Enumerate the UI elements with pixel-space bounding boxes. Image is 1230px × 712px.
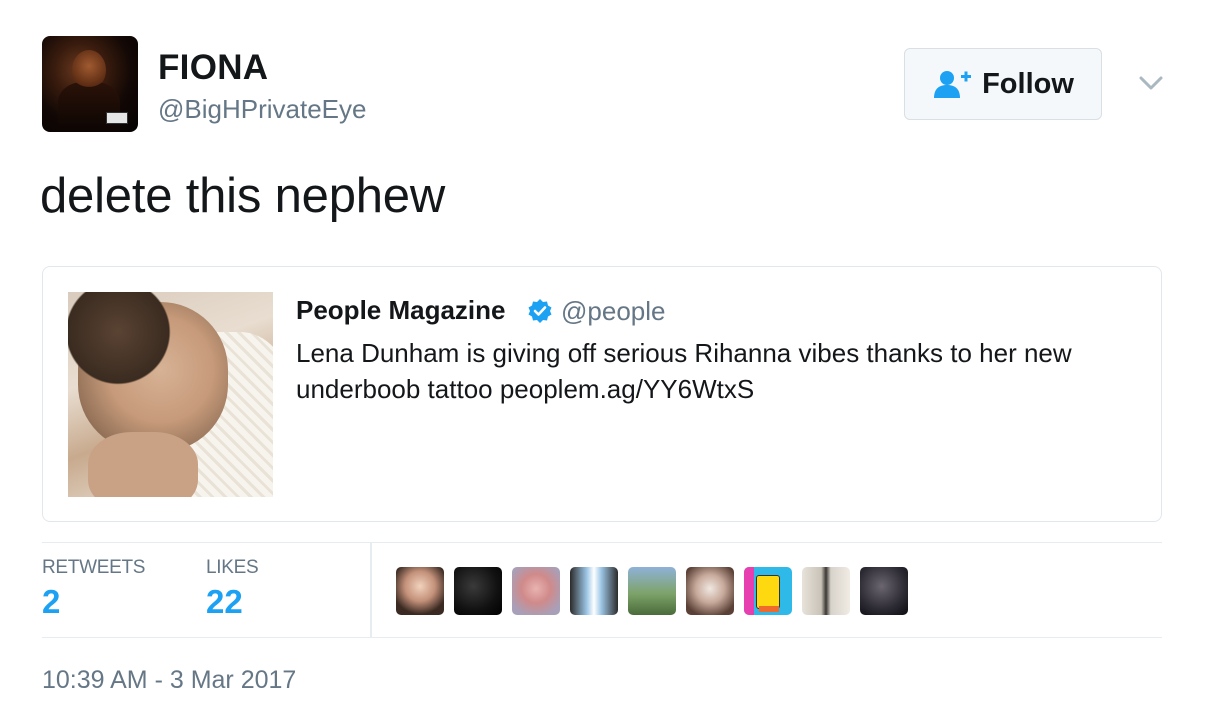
verified-badge-icon <box>528 299 552 323</box>
tweet-header: FIONA @BigHPrivateEye Follow <box>42 36 1172 136</box>
retweets-count: 2 <box>42 583 61 620</box>
liker-avatar[interactable] <box>454 567 502 615</box>
tweet-stats: RETWEETS 2 LIKES 22 <box>42 542 1162 638</box>
liker-avatar[interactable] <box>802 567 850 615</box>
stats-divider <box>370 543 372 637</box>
add-user-icon <box>934 71 972 98</box>
retweets-stat[interactable]: RETWEETS 2 <box>42 557 145 621</box>
quoted-tweet-image[interactable] <box>68 292 273 497</box>
retweets-label: RETWEETS <box>42 557 146 578</box>
follow-button[interactable]: Follow <box>904 48 1102 120</box>
quoted-tweet-text: Lena Dunham is giving off serious Rihann… <box>296 338 1072 404</box>
liker-avatar[interactable] <box>396 567 444 615</box>
chevron-down-icon[interactable] <box>1136 68 1166 98</box>
tweet-timestamp[interactable]: 10:39 AM - 3 Mar 2017 <box>42 666 296 695</box>
liker-avatar[interactable] <box>512 567 560 615</box>
liker-avatar[interactable] <box>628 567 676 615</box>
liker-avatar-stripe <box>744 567 754 615</box>
liker-avatar-cartoon <box>756 575 780 612</box>
follow-button-label: Follow <box>982 67 1074 100</box>
likes-label: LIKES <box>206 557 259 578</box>
author-name[interactable]: FIONA <box>158 48 268 88</box>
author-handle[interactable]: @BigHPrivateEye <box>158 94 366 125</box>
avatar-advisory-label <box>106 112 128 124</box>
quoted-tweet-card[interactable]: People Magazine @people Lena Dunham is g… <box>42 266 1162 522</box>
tweet-text: delete this nephew <box>40 169 446 223</box>
image-chest-shape <box>88 432 198 497</box>
avatar-figure-head <box>72 50 106 90</box>
likes-count: 22 <box>206 583 243 620</box>
liker-avatar[interactable] <box>570 567 618 615</box>
liker-avatar[interactable] <box>860 567 908 615</box>
liker-avatars <box>396 567 908 615</box>
author-avatar[interactable] <box>42 36 138 132</box>
liker-avatar[interactable] <box>744 567 792 615</box>
quoted-author-handle[interactable]: @people <box>561 296 665 327</box>
quoted-author-name[interactable]: People Magazine <box>296 295 506 326</box>
liker-avatar[interactable] <box>686 567 734 615</box>
likes-stat[interactable]: LIKES 22 <box>206 557 259 621</box>
